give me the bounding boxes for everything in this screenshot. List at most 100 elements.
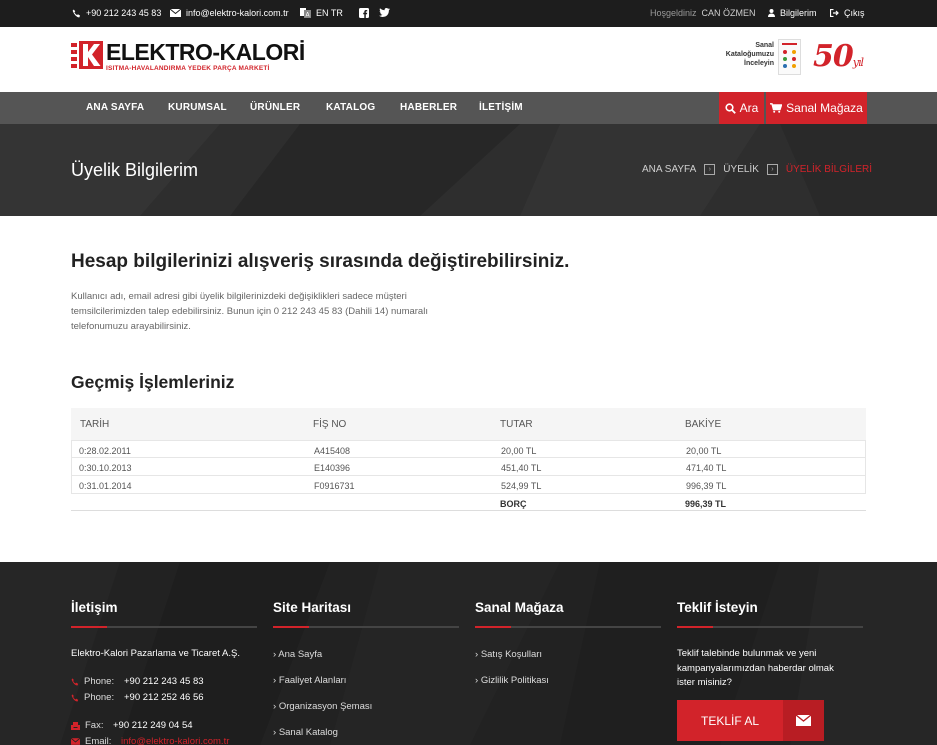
chevron-right-icon: ›: [704, 164, 716, 175]
phone-icon: [72, 8, 81, 18]
envelope-icon: [170, 9, 181, 17]
footer-store-heading: Sanal Mağaza: [475, 600, 564, 615]
footer-link-label: Gizlilik Politikası: [480, 675, 549, 686]
table-header: TARİH FİŞ NO TUTAR BAKİYE: [71, 408, 866, 440]
account-link-text: Bilgilerim: [780, 8, 817, 18]
topbar-phone[interactable]: +90 212 243 45 83: [72, 8, 161, 18]
phone-label: Phone:: [84, 676, 115, 687]
phone-value: +90 212 252 46 56: [124, 692, 204, 703]
column-header-date: TARİH: [80, 419, 110, 430]
footer-link-sales-terms[interactable]: › Satış Koşulları: [475, 649, 542, 660]
virtual-store-button[interactable]: Sanal Mağaza: [766, 92, 867, 124]
email-label: Email:: [85, 736, 112, 745]
cell-balance: 471,40 TL: [686, 463, 727, 473]
site-header: ELEKTRO-KALORİ ISITMA-HAVALANDIRMA YEDEK…: [0, 27, 937, 92]
nav-item-news[interactable]: HABERLER: [400, 102, 457, 113]
email-value[interactable]: info@elektro-kalori.com.tr: [121, 736, 229, 745]
footer-store-column: Sanal Mağaza: [475, 600, 661, 628]
twitter-link[interactable]: [379, 8, 390, 17]
welcome-prefix: Hoşgeldiniz: [650, 8, 697, 18]
nav-item-contact[interactable]: İLETİŞİM: [479, 102, 523, 113]
footer-contact-heading: İletişim: [71, 600, 118, 615]
facebook-link[interactable]: [359, 8, 369, 18]
quote-text-line: ister misiniz?: [677, 677, 732, 688]
envelope-icon: [783, 700, 824, 741]
logo-name: ELEKTRO-KALORİ: [106, 39, 305, 65]
footer-contact-column: İletişim: [71, 600, 257, 628]
topbar-email[interactable]: info@elektro-kalori.com.tr: [170, 8, 289, 18]
footer-link-organization[interactable]: › Organizasyon Şeması: [273, 701, 372, 712]
footer-sitemap-heading: Site Haritası: [273, 600, 352, 615]
info-paragraph: Kullanıcı adı, email adresi gibi üyelik …: [71, 291, 428, 332]
language-switch[interactable]: A EN TR: [300, 8, 343, 18]
search-button[interactable]: Ara: [719, 92, 764, 124]
history-heading: Geçmiş İşlemleriniz: [71, 372, 235, 392]
footer-link-privacy[interactable]: › Gizlilik Politikası: [475, 675, 549, 686]
cell-date: 0:31.01.2014: [79, 481, 132, 491]
footer-link-home[interactable]: › Ana Sayfa: [273, 649, 322, 660]
logout-link[interactable]: Çıkış: [830, 8, 865, 18]
total-value: 996,39 TL: [685, 499, 727, 509]
user-name: CAN ÖZMEN: [701, 8, 756, 18]
page-banner: Üyelik Bilgilerim ANA SAYFA › ÜYELİK › Ü…: [0, 124, 937, 216]
footer-link-virtual-catalog[interactable]: › Sanal Katalog: [273, 727, 338, 738]
fax-label: Fax:: [85, 720, 104, 731]
catalog-thumbnail[interactable]: [778, 39, 801, 75]
logout-link-text: Çıkış: [844, 8, 865, 18]
info-heading: Hesap bilgilerinizi alışveriş sırasında …: [71, 251, 570, 272]
footer-email[interactable]: Email: info@elektro-kalori.com.tr: [71, 736, 229, 745]
footer-link-label: Ana Sayfa: [278, 649, 323, 660]
shopping-cart-icon: [770, 103, 783, 113]
catalog-promo-line: Kataloğumuzu: [725, 51, 774, 58]
breadcrumb-current: ÜYELİK BİLGİLERİ: [785, 164, 873, 175]
cell-amount: 20,00 TL: [501, 446, 537, 456]
language-options[interactable]: EN TR: [316, 8, 343, 18]
transactions-table: TARİH FİŞ NO TUTAR BAKİYE 0:28.02.2011 A…: [71, 408, 866, 511]
logo-mark: [71, 41, 103, 69]
cell-receipt: E140396: [314, 463, 351, 473]
column-header-receipt: FİŞ NO: [313, 419, 347, 430]
anniversary-suffix: yıl: [852, 56, 864, 69]
main-nav: ANA SAYFA KURUMSAL ÜRÜNLER KATALOG HABER…: [0, 92, 937, 124]
site-logo[interactable]: ELEKTRO-KALORİ ISITMA-HAVALANDIRMA YEDEK…: [71, 41, 305, 72]
request-quote-button[interactable]: TEKLİF AL: [677, 700, 824, 741]
footer-phone-2[interactable]: Phone: +90 212 252 46 56: [71, 692, 204, 703]
sign-out-icon: [830, 9, 839, 17]
cell-balance: 996,39 TL: [686, 481, 727, 491]
footer-link-activities[interactable]: › Faaliyet Alanları: [273, 675, 346, 686]
catalog-promo-line: Sanal: [755, 42, 774, 49]
top-bar: +90 212 243 45 83 info@elektro-kalori.co…: [0, 0, 937, 27]
cell-date: 0:30.10.2013: [79, 463, 132, 473]
nav-item-home[interactable]: ANA SAYFA: [86, 102, 144, 113]
cell-amount: 451,40 TL: [501, 463, 542, 473]
catalog-promo[interactable]: Sanal Kataloğumuzu İnceleyin: [718, 41, 774, 68]
user-icon: [768, 9, 775, 17]
footer-link-label: Sanal Katalog: [278, 727, 338, 738]
request-quote-label: TEKLİF AL: [700, 713, 760, 728]
breadcrumb-membership[interactable]: ÜYELİK: [723, 164, 759, 175]
logo-tagline: ISITMA-HAVALANDIRMA YEDEK PARÇA MARKETİ: [106, 65, 270, 72]
translate-icon: A: [300, 8, 311, 18]
welcome-message: Hoşgeldiniz CAN ÖZMEN: [650, 8, 756, 18]
nav-item-corporate[interactable]: KURUMSAL: [168, 102, 227, 113]
total-label: BORÇ: [500, 499, 527, 509]
anniversary-badge: 50yıl: [813, 42, 864, 78]
twitter-icon: [379, 8, 390, 17]
breadcrumb-home[interactable]: ANA SAYFA: [642, 164, 696, 175]
search-icon: [725, 102, 736, 114]
account-link[interactable]: Bilgilerim: [768, 8, 817, 18]
nav-item-catalog[interactable]: KATALOG: [326, 102, 375, 113]
phone-icon: [71, 693, 79, 702]
phone-label: Phone:: [84, 692, 115, 703]
footer-link-label: Satış Koşulları: [480, 649, 543, 660]
footer-link-label: Organizasyon Şeması: [278, 701, 373, 712]
table-row: 0:31.01.2014 F0916731 524,99 TL 996,39 T…: [71, 476, 866, 494]
footer-sitemap-column: Site Haritası: [273, 600, 459, 628]
topbar-email-text: info@elektro-kalori.com.tr: [186, 8, 289, 18]
catalog-promo-line: İnceleyin: [744, 60, 774, 67]
nav-item-products[interactable]: ÜRÜNLER: [250, 102, 300, 113]
fax-value: +90 212 249 04 54: [113, 720, 193, 731]
cell-amount: 524,99 TL: [501, 481, 542, 491]
footer-phone-1[interactable]: Phone: +90 212 243 45 83: [71, 676, 204, 687]
site-footer: İletişim Elektro-Kalori Pazarlama ve Tic…: [0, 562, 937, 745]
